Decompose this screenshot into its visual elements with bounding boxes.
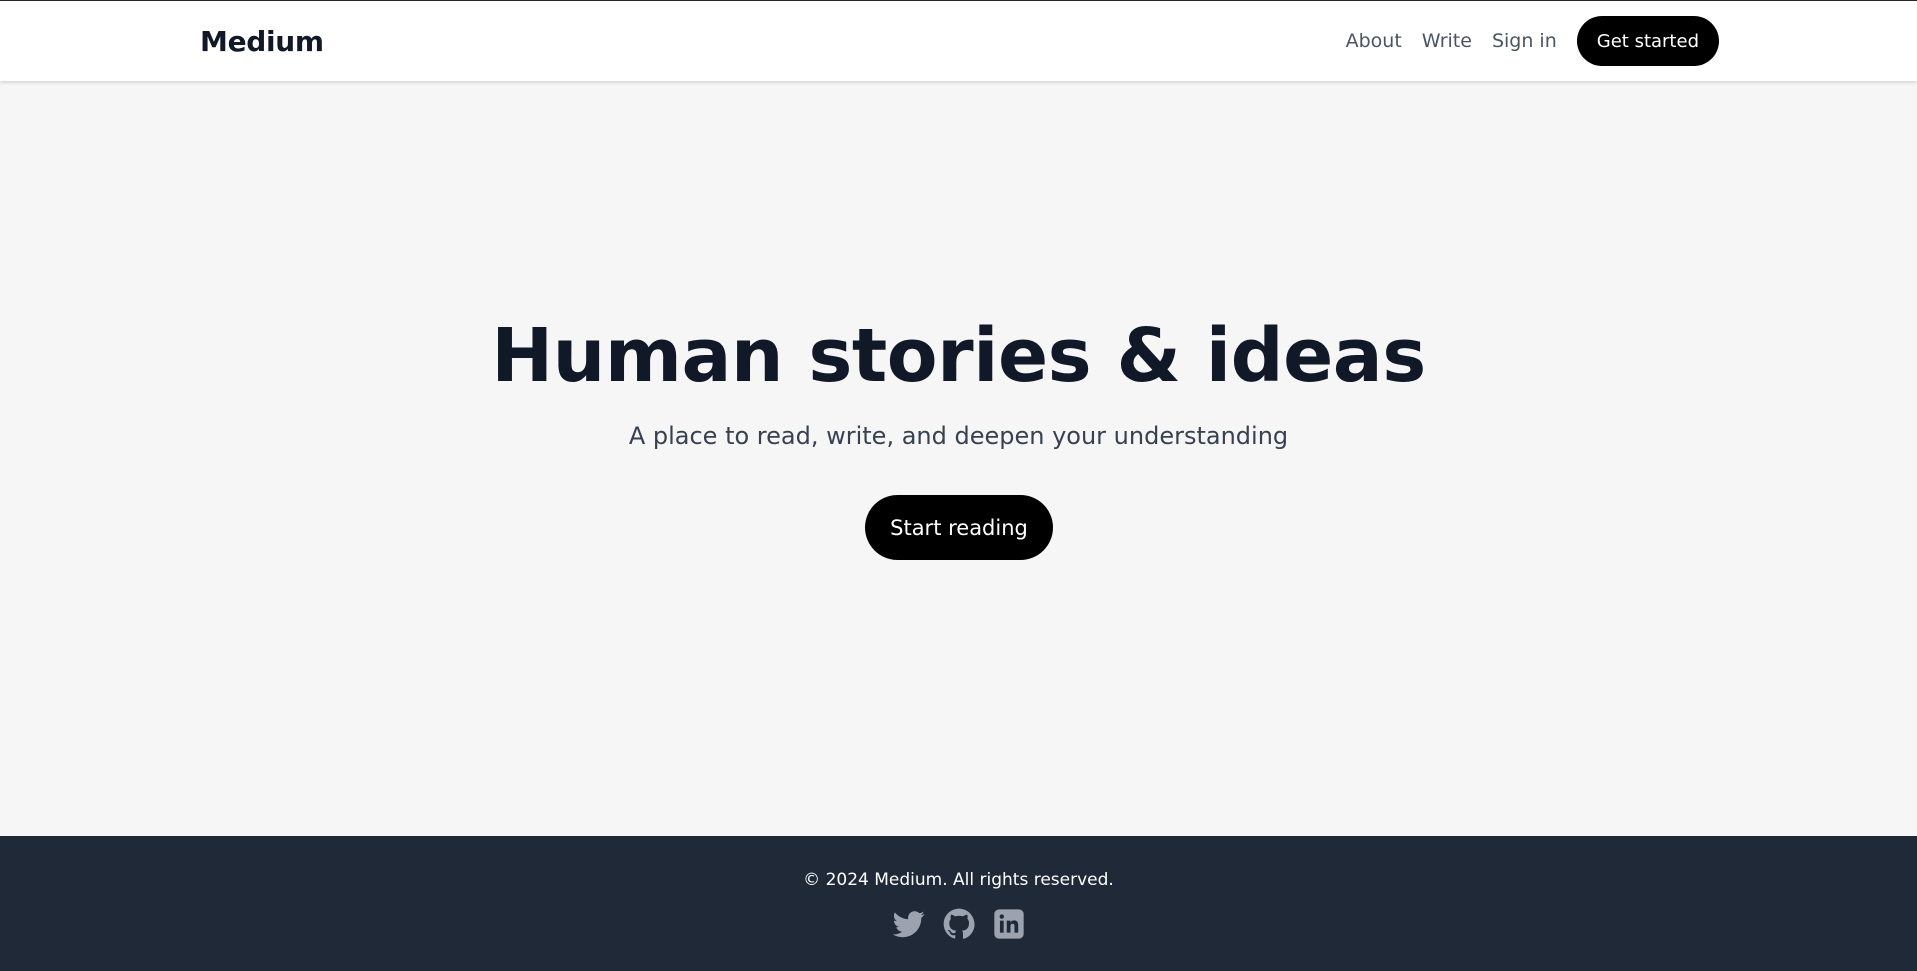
start-reading-button[interactable]: Start reading xyxy=(865,495,1053,560)
nav-link-about[interactable]: About xyxy=(1346,30,1402,52)
hero-section: Human stories & ideas A place to read, w… xyxy=(0,81,1917,836)
nav-link-sign-in[interactable]: Sign in xyxy=(1492,30,1557,52)
linkedin-icon xyxy=(993,908,1025,940)
site-header: Medium About Write Sign in Get started xyxy=(0,1,1917,81)
linkedin-link[interactable] xyxy=(993,908,1025,940)
github-icon xyxy=(943,908,975,940)
twitter-icon xyxy=(892,908,925,940)
hero-subtitle: A place to read, write, and deepen your … xyxy=(628,422,1289,450)
get-started-button[interactable]: Get started xyxy=(1576,16,1719,66)
hero-title: Human stories & ideas xyxy=(491,313,1426,399)
main-nav: About Write Sign in Get started xyxy=(1346,16,1719,66)
github-link[interactable] xyxy=(943,908,975,940)
site-logo[interactable]: Medium xyxy=(200,24,324,60)
social-links xyxy=(0,908,1917,940)
site-footer: © 2024 Medium. All rights reserved. xyxy=(0,836,1917,971)
twitter-link[interactable] xyxy=(892,908,925,940)
nav-link-write[interactable]: Write xyxy=(1422,30,1472,52)
copyright-text: © 2024 Medium. All rights reserved. xyxy=(803,870,1114,890)
